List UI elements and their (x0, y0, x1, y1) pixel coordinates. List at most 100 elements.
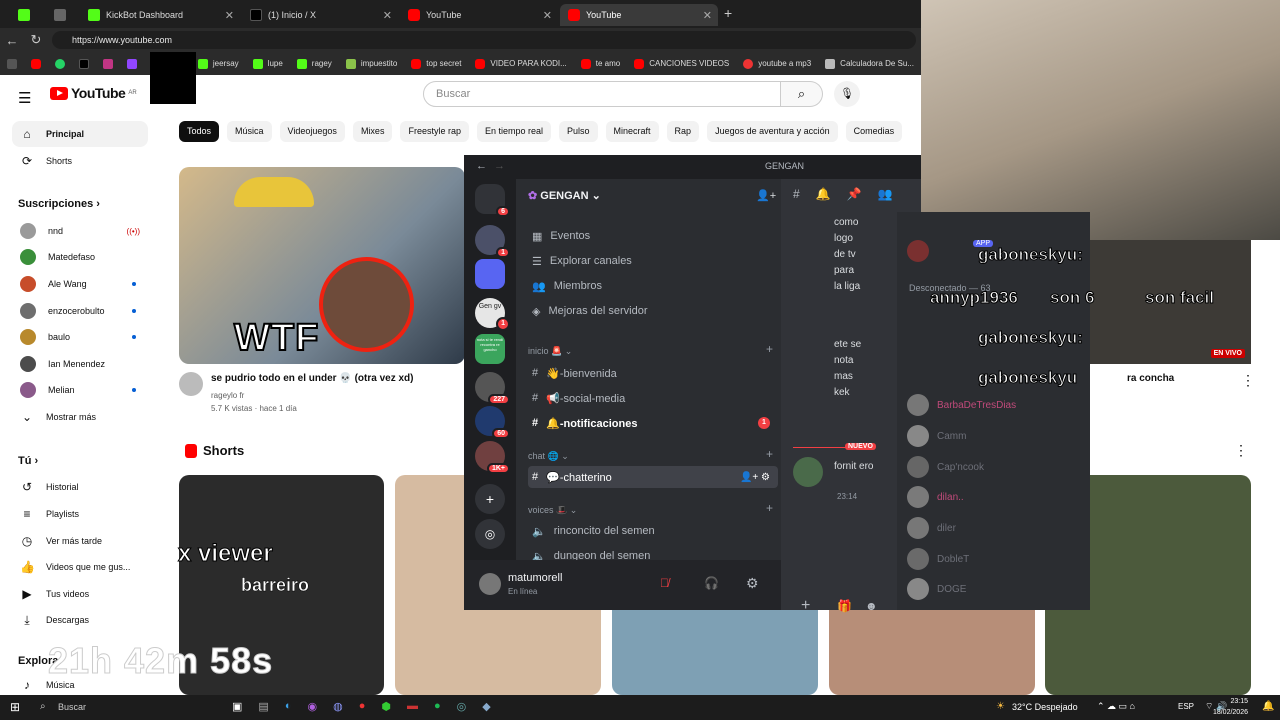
tab-kick-pinned[interactable] (10, 4, 40, 26)
category-voices[interactable]: voices 🎩 ⌄ (528, 505, 577, 516)
voice-channel[interactable]: 🔈 rinconcito del semen (528, 520, 778, 542)
close-icon[interactable]: ✕ (703, 9, 712, 22)
channel-social-media[interactable]: # 📢-social-media (528, 387, 778, 409)
url-field[interactable]: https://www.youtube.com (52, 31, 916, 49)
task-view-icon[interactable]: ▣ (232, 700, 242, 713)
category-chat[interactable]: chat 🌐 ⌄ (528, 451, 569, 462)
discord-icon[interactable]: ◍ (333, 700, 343, 713)
notification-icon[interactable]: 🔔 (1262, 701, 1274, 712)
menu-events[interactable]: ▦ Eventos (528, 225, 778, 247)
sidebar-item-watch-later[interactable]: ◷ Ver más tarde (12, 528, 148, 554)
close-icon[interactable]: ✕ (225, 9, 234, 22)
message-avatar[interactable] (793, 457, 823, 487)
channel-bienvenida[interactable]: # 👋-bienvenida (528, 362, 778, 384)
reload-icon[interactable]: ↻ (24, 32, 48, 48)
server-name[interactable]: ✿ GENGAN ⌄ (528, 189, 601, 202)
clock[interactable]: 23:15 18/02/2026 (1212, 696, 1248, 718)
category-inicio[interactable]: inicio 🚨 ⌄ (528, 346, 572, 357)
member-item[interactable]: Camm (907, 425, 966, 447)
steam-icon[interactable]: ◎ (457, 700, 467, 713)
tab-pinned[interactable] (46, 4, 76, 26)
bookmark-impuestito[interactable]: impuestito (339, 58, 404, 69)
member-item[interactable]: BarbaDeTresDias (907, 394, 1016, 416)
sidebar-sub-melian[interactable]: Melian (12, 377, 148, 403)
sidebar-item-downloads[interactable]: ⤓ Descargas (12, 607, 148, 633)
bookmark-x[interactable] (72, 58, 96, 69)
bookmark-calculadora[interactable]: Calculadora De Su... (818, 58, 921, 69)
bookmark-mp3[interactable]: youtube a mp3 (736, 58, 818, 69)
windows-icon[interactable]: ⊞ (10, 700, 20, 714)
compass-icon[interactable]: ◎ (475, 519, 505, 549)
sidebar-sub-enzocerobulto[interactable]: enzocerobulto (12, 298, 148, 324)
member-item[interactable]: Cap'ncook (907, 456, 984, 478)
chip-pulso[interactable]: Pulso (559, 121, 598, 142)
pin-icon[interactable]: 📌 (847, 187, 862, 201)
chip-todos[interactable]: Todos (179, 121, 220, 142)
gift-icon[interactable]: 🎁 (837, 599, 852, 613)
bookmark-kodi[interactable]: VIDEO PARA KODI... (468, 58, 573, 69)
invite-icon[interactable]: 👤+ (756, 189, 776, 202)
member-item[interactable]: DOGE (907, 578, 966, 600)
search-icon[interactable]: ⌕ (40, 701, 46, 712)
threads-icon[interactable]: # (793, 187, 800, 201)
tab-youtube[interactable]: YouTube ✕ (400, 4, 558, 26)
chip-musica[interactable]: Música (227, 121, 272, 142)
chip-freestyle[interactable]: Freestyle rap (400, 121, 469, 142)
tray-icons[interactable]: ⌃ ☁ ▭ ⌂ (1097, 701, 1135, 712)
back-icon[interactable]: ← (0, 33, 24, 48)
channel-chatterino[interactable]: # 💬-chatterino 👤+ ⚙ (528, 466, 778, 488)
forward-icon[interactable]: → (494, 160, 505, 172)
more-options-icon[interactable]: ⋮ (1234, 442, 1248, 459)
edge-icon[interactable]: ◐ (285, 700, 292, 713)
member-item[interactable]: dilan.. (907, 486, 964, 508)
bookmark-twitch[interactable] (120, 58, 144, 69)
more-options-icon[interactable]: ⋮ (1241, 372, 1255, 389)
menu-icon[interactable]: ☰ (18, 89, 31, 107)
search-button[interactable]: ⌕ (781, 81, 823, 107)
sidebar-sub-ian-menendez[interactable]: Ian Menendez (12, 351, 148, 377)
user-avatar[interactable] (479, 573, 501, 595)
app-icon[interactable]: ▬ (407, 700, 418, 713)
bell-icon[interactable]: 🔔 (816, 187, 831, 201)
headphones-icon[interactable]: 🎧 (704, 576, 719, 590)
server-gengan[interactable]: Gen gv 1 (475, 298, 510, 331)
bookmark-jeersay[interactable]: jeersay (191, 58, 246, 69)
message-author[interactable]: fornit ero (834, 459, 874, 475)
input-language[interactable]: ESP (1178, 702, 1194, 711)
server-icon[interactable]: 60 (475, 406, 510, 439)
menu-boosts[interactable]: ◈ Mejoras del servidor (528, 300, 778, 322)
spotify-icon[interactable]: ● (434, 700, 441, 713)
sidebar-item-your-videos[interactable]: ▶ Tus videos (12, 581, 148, 607)
chip-videojuegos[interactable]: Videojuegos (279, 121, 345, 142)
add-channel-icon[interactable]: + (766, 342, 773, 356)
youtube-logo[interactable]: YouTube AR (50, 85, 137, 101)
subscriptions-heading[interactable]: Suscripciones › (18, 198, 100, 210)
channel-notificaciones[interactable]: # 🔔-notificaciones 1 (528, 412, 778, 434)
member-item[interactable]: diler (907, 517, 956, 539)
settings-icon[interactable]: ⚙ (746, 575, 759, 592)
chip-comedias[interactable]: Comedias (845, 121, 903, 142)
close-icon[interactable]: ✕ (383, 9, 392, 22)
bookmark-canciones[interactable]: CANCIONES VIDEOS (627, 58, 736, 69)
server-icon[interactable]: 1 (475, 225, 510, 258)
tab-youtube-active[interactable]: YouTube ✕ (560, 4, 718, 26)
add-channel-icon[interactable]: + (766, 447, 773, 461)
bookmark-ragey[interactable]: ragey (290, 58, 339, 69)
add-attachment-icon[interactable]: + (801, 597, 810, 615)
member-avatar[interactable] (907, 240, 929, 262)
search-input[interactable]: Buscar (423, 81, 781, 107)
voice-search-button[interactable]: 🎙 (834, 81, 860, 107)
add-channel-icon[interactable]: + (766, 501, 773, 515)
app-icon[interactable]: ⬢ (381, 700, 391, 713)
chip-tiempo-real[interactable]: En tiempo real (476, 121, 552, 142)
bookmark-lupe[interactable]: lupe (246, 58, 290, 69)
bookmark-icon-only[interactable] (0, 58, 24, 69)
emoji-icon[interactable]: ☻ (865, 599, 878, 613)
app-icon[interactable]: ◉ (307, 700, 317, 713)
discord-home-icon[interactable]: 6 (475, 184, 510, 217)
bookmark-whatsapp[interactable] (48, 58, 72, 69)
members-icon[interactable]: 👥 (878, 187, 893, 201)
folder-icon[interactable] (475, 259, 505, 289)
sidebar-item-history[interactable]: ↺ Historial (12, 474, 148, 500)
server-icon[interactable]: 227 (475, 372, 510, 405)
